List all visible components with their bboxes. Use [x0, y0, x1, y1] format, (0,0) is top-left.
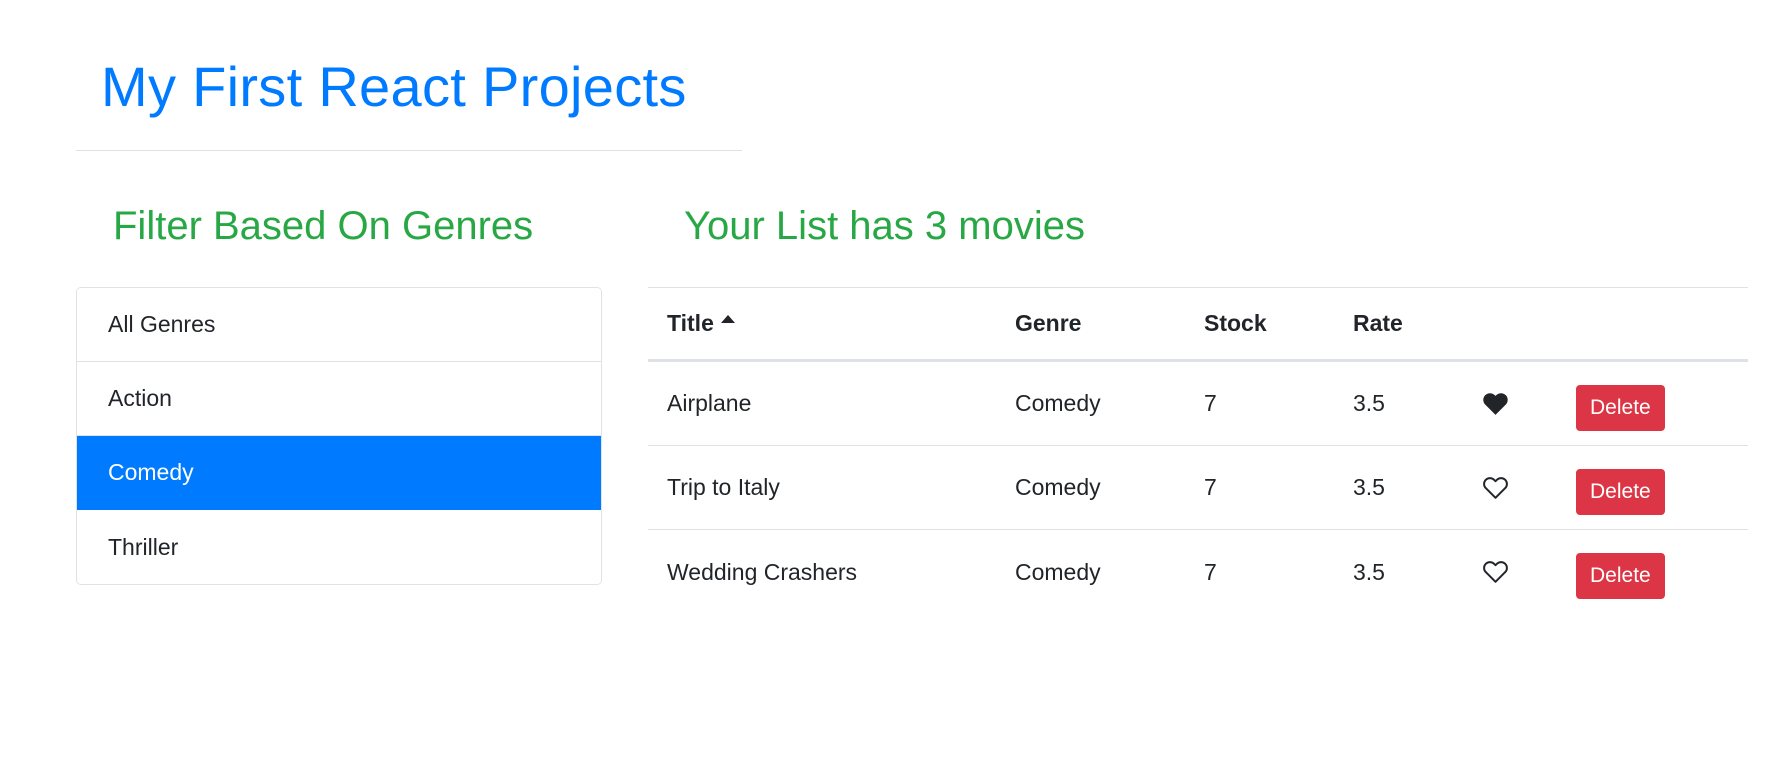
column-header-genre[interactable]: Genre [1015, 288, 1081, 359]
movie-title: Airplane [667, 390, 752, 416]
movies-table: Title Genre Stock Rate Airplane Comedy 7… [648, 287, 1748, 614]
genre-item-comedy[interactable]: Comedy [77, 436, 601, 510]
table-row: Wedding Crashers Comedy 7 3.5 Delete [648, 530, 1748, 614]
movie-stock: 7 [1204, 558, 1217, 585]
movie-genre: Comedy [1015, 474, 1101, 500]
movie-rate: 3.5 [1353, 474, 1385, 500]
movie-stock: 7 [1204, 390, 1217, 416]
title-divider [76, 150, 742, 151]
table-row: Trip to Italy Comedy 7 3.5 Delete [648, 446, 1748, 530]
delete-button[interactable]: Delete [1576, 553, 1665, 599]
page-title: My First React Projects [101, 55, 687, 118]
column-header-label: Stock [1204, 310, 1267, 336]
like-toggle[interactable] [1482, 530, 1510, 614]
movie-rate: 3.5 [1353, 558, 1385, 585]
heart-filled-icon[interactable] [1482, 391, 1510, 417]
like-toggle[interactable] [1482, 446, 1510, 529]
page: My First React Projects Filter Based On … [0, 0, 1771, 759]
movie-title: Wedding Crashers [667, 558, 858, 585]
genre-item-label: Action [108, 385, 172, 411]
movie-rate: 3.5 [1353, 390, 1385, 416]
column-header-label: Rate [1353, 310, 1403, 336]
column-header-title[interactable]: Title [667, 288, 735, 359]
genre-item-label: Thriller [108, 533, 179, 560]
heart-outline-icon[interactable] [1482, 475, 1510, 501]
table-row: Airplane Comedy 7 3.5 Delete [648, 362, 1748, 446]
movie-count-heading: Your List has 3 movies [684, 204, 1085, 248]
delete-cell: Delete [1576, 362, 1665, 445]
column-header-stock[interactable]: Stock [1204, 288, 1267, 359]
column-header-rate[interactable]: Rate [1353, 288, 1403, 359]
genre-item-action[interactable]: Action [77, 362, 601, 436]
column-header-label: Genre [1015, 310, 1082, 336]
movie-genre: Comedy [1015, 558, 1101, 585]
heart-outline-icon[interactable] [1482, 559, 1510, 585]
genre-item-thriller[interactable]: Thriller [77, 510, 601, 584]
caret-up-icon [720, 314, 735, 323]
movie-stock: 7 [1204, 474, 1217, 500]
table-header-row: Title Genre Stock Rate [648, 288, 1748, 362]
like-toggle[interactable] [1482, 362, 1510, 445]
delete-cell: Delete [1576, 530, 1665, 614]
filter-heading: Filter Based On Genres [113, 204, 534, 248]
movie-title: Trip to Italy [667, 474, 780, 500]
delete-button[interactable]: Delete [1576, 468, 1665, 515]
column-header-label: Title [667, 310, 714, 336]
genre-item-label: All Genres [108, 311, 216, 337]
delete-button[interactable]: Delete [1576, 384, 1665, 431]
genre-list: All Genres Action Comedy Thriller [76, 287, 602, 585]
delete-cell: Delete [1576, 446, 1665, 529]
genre-item-all-genres[interactable]: All Genres [77, 288, 601, 362]
movie-genre: Comedy [1015, 390, 1101, 416]
genre-item-label: Comedy [108, 459, 194, 485]
